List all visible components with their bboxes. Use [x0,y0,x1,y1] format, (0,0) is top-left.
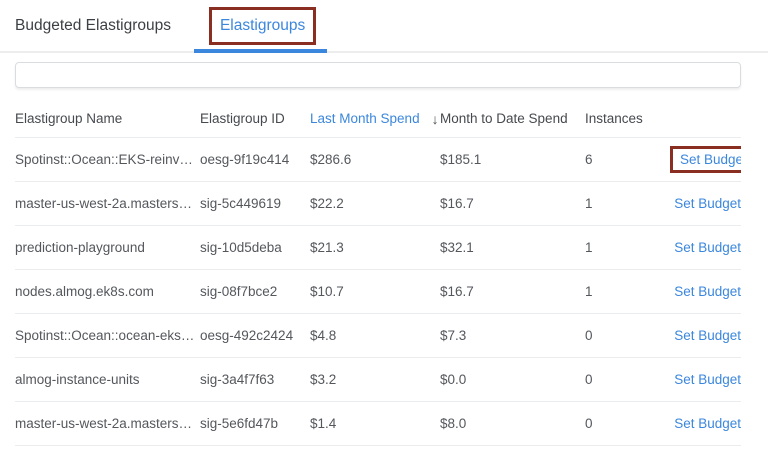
actions-cell: Set Budget [670,196,741,211]
month-to-date-spend: $32.1 [440,240,585,255]
last-month-spend: $3.2 [310,372,440,387]
elastigroup-id: sig-5c449619 [200,196,310,211]
month-to-date-spend: $7.3 [440,328,585,343]
header-last-month-spend-label: Last Month Spend [310,111,420,126]
set-budget-link[interactable]: Set Budget [674,328,741,343]
table-header-row: Elastigroup Name Elastigroup ID Last Mon… [15,100,741,138]
last-month-spend: $21.3 [310,240,440,255]
header-instances: Instances [585,111,670,126]
set-budget-link[interactable]: Set Budget [674,196,741,211]
tabs-bar: Budgeted Elastigroups Elastigroups [0,0,768,53]
elastigroup-id: sig-3a4f7f63 [200,372,310,387]
set-budget-link[interactable]: Set Budget [674,240,741,255]
elastigroup-name: Spotinst::Ocean::EKS-reinv… [15,152,200,167]
instances-count: 0 [585,372,670,387]
header-elastigroup-id: Elastigroup ID [200,111,310,126]
set-budget-link[interactable]: Set Budget [680,152,741,167]
month-to-date-spend: $8.0 [440,416,585,431]
table-row: prediction-playground sig-10d5deba $21.3… [15,226,741,270]
set-budget-link[interactable]: Set Budget [674,284,741,299]
instances-count: 1 [585,240,670,255]
month-to-date-spend: $16.7 [440,196,585,211]
elastigroup-name: Spotinst::Ocean::ocean-eks… [15,328,200,343]
instances-count: 6 [585,152,670,167]
month-to-date-spend: $185.1 [440,152,585,167]
set-budget-link[interactable]: Set Budget [674,372,741,387]
instances-count: 0 [585,328,670,343]
filter-input[interactable] [15,62,741,88]
elastigroup-name: prediction-playground [15,240,200,255]
header-month-to-date-spend[interactable]: Month to Date Spend [440,111,585,126]
header-last-month-spend[interactable]: Last Month Spend ↓ [310,111,440,127]
tab-budgeted-elastigroups[interactable]: Budgeted Elastigroups [15,17,171,35]
last-month-spend: $4.8 [310,328,440,343]
elastigroup-name: nodes.almog.ek8s.com [15,284,200,299]
active-tab-underline [194,49,327,53]
elastigroup-id: oesg-492c2424 [200,328,310,343]
sort-desc-arrow-icon[interactable]: ↓ [432,111,439,127]
elastigroup-name: master-us-west-2a.masters… [15,196,200,211]
month-to-date-spend: $16.7 [440,284,585,299]
last-month-spend: $10.7 [310,284,440,299]
instances-count: 1 [585,284,670,299]
month-to-date-spend: $0.0 [440,372,585,387]
actions-cell: Set Budget [670,146,741,173]
last-month-spend: $22.2 [310,196,440,211]
table-row: almog-instance-units sig-3a4f7f63 $3.2 $… [15,358,741,402]
elastigroup-id: sig-5e6fd47b [200,416,310,431]
elastigroup-id: sig-10d5deba [200,240,310,255]
last-month-spend: $1.4 [310,416,440,431]
actions-cell: Set Budget [670,284,741,299]
header-elastigroup-name: Elastigroup Name [15,111,200,126]
table-row: nodes.almog.ek8s.com sig-08f7bce2 $10.7 … [15,270,741,314]
actions-cell: Set Budget [670,328,741,343]
elastigroup-id: sig-08f7bce2 [200,284,310,299]
actions-cell: Set Budget [670,240,741,255]
annotation-box: Set Budget [670,146,741,173]
tab-elastigroups[interactable]: Elastigroups [209,7,316,45]
instances-count: 1 [585,196,670,211]
elastigroup-name: almog-instance-units [15,372,200,387]
table-row: master-us-west-2a.masters… sig-5e6fd47b … [15,402,741,446]
table-row: Spotinst::Ocean::ocean-eks… oesg-492c242… [15,314,741,358]
set-budget-link[interactable]: Set Budget [674,416,741,431]
elastigroup-name: master-us-west-2a.masters… [15,416,200,431]
table-row: master-us-west-2a.masters… sig-5c449619 … [15,182,741,226]
table-row: Spotinst::Ocean::EKS-reinv… oesg-9f19c41… [15,138,741,182]
elastigroups-table: Elastigroup Name Elastigroup ID Last Mon… [15,100,741,446]
elastigroup-id: oesg-9f19c414 [200,152,310,167]
instances-count: 0 [585,416,670,431]
last-month-spend: $286.6 [310,152,440,167]
actions-cell: Set Budget [670,372,741,387]
actions-cell: Set Budget [670,416,741,431]
